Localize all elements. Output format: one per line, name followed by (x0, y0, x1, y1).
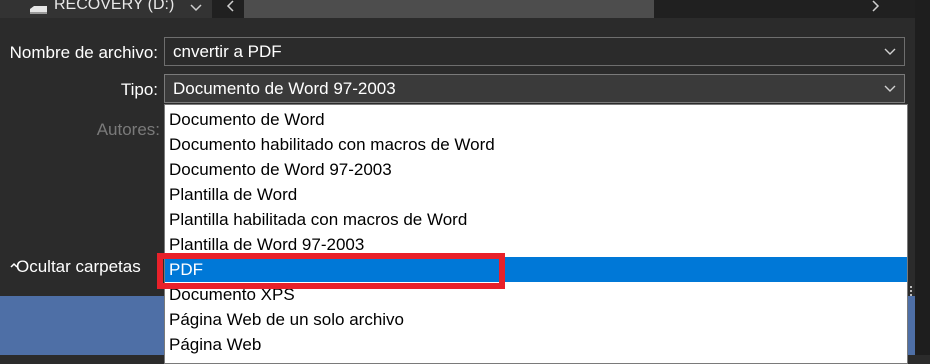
divider (0, 290, 164, 296)
list-item[interactable]: Documento de Word (165, 107, 907, 132)
hide-folders-label: Ocultar carpetas (16, 257, 141, 276)
scroll-right-icon[interactable] (864, 0, 886, 18)
list-item[interactable]: Plantilla de Word (165, 182, 907, 207)
filename-field[interactable]: cnvertir a PDF (164, 37, 905, 66)
drive-label: RECOVERY (D:) (54, 0, 175, 13)
scroll-left-icon[interactable] (220, 0, 242, 18)
drive-selector[interactable]: RECOVERY (D:) (0, 0, 212, 18)
list-item[interactable]: Documento habilitado con macros de Word (165, 132, 907, 157)
list-item[interactable]: Página Web de un solo archivo (165, 307, 907, 332)
list-item[interactable]: Plantilla habilitada con macros de Word (165, 207, 907, 232)
chevron-down-icon[interactable] (882, 40, 898, 62)
file-type-value: Documento de Word 97-2003 (173, 79, 396, 98)
file-type-label: Tipo: (120, 80, 158, 99)
list-item[interactable]: Documento de Word 97-2003 (165, 157, 907, 182)
highlight-annotation (157, 253, 505, 289)
filename-label: Nombre de archivo: (9, 43, 158, 62)
chevron-down-icon[interactable] (882, 77, 898, 99)
chevron-down-icon[interactable] (190, 0, 202, 16)
window-edge (915, 0, 930, 355)
file-type-select[interactable]: Documento de Word 97-2003 (164, 74, 905, 103)
drive-icon (28, 2, 48, 14)
file-type-dropdown-list: Documento de Word Documento habilitado c… (164, 104, 908, 364)
horizontal-scrollbar-thumb[interactable] (244, 0, 654, 18)
authors-label: Autores: (96, 120, 160, 139)
filename-value: cnvertir a PDF (173, 42, 282, 61)
list-item[interactable]: Página Web (165, 332, 907, 357)
